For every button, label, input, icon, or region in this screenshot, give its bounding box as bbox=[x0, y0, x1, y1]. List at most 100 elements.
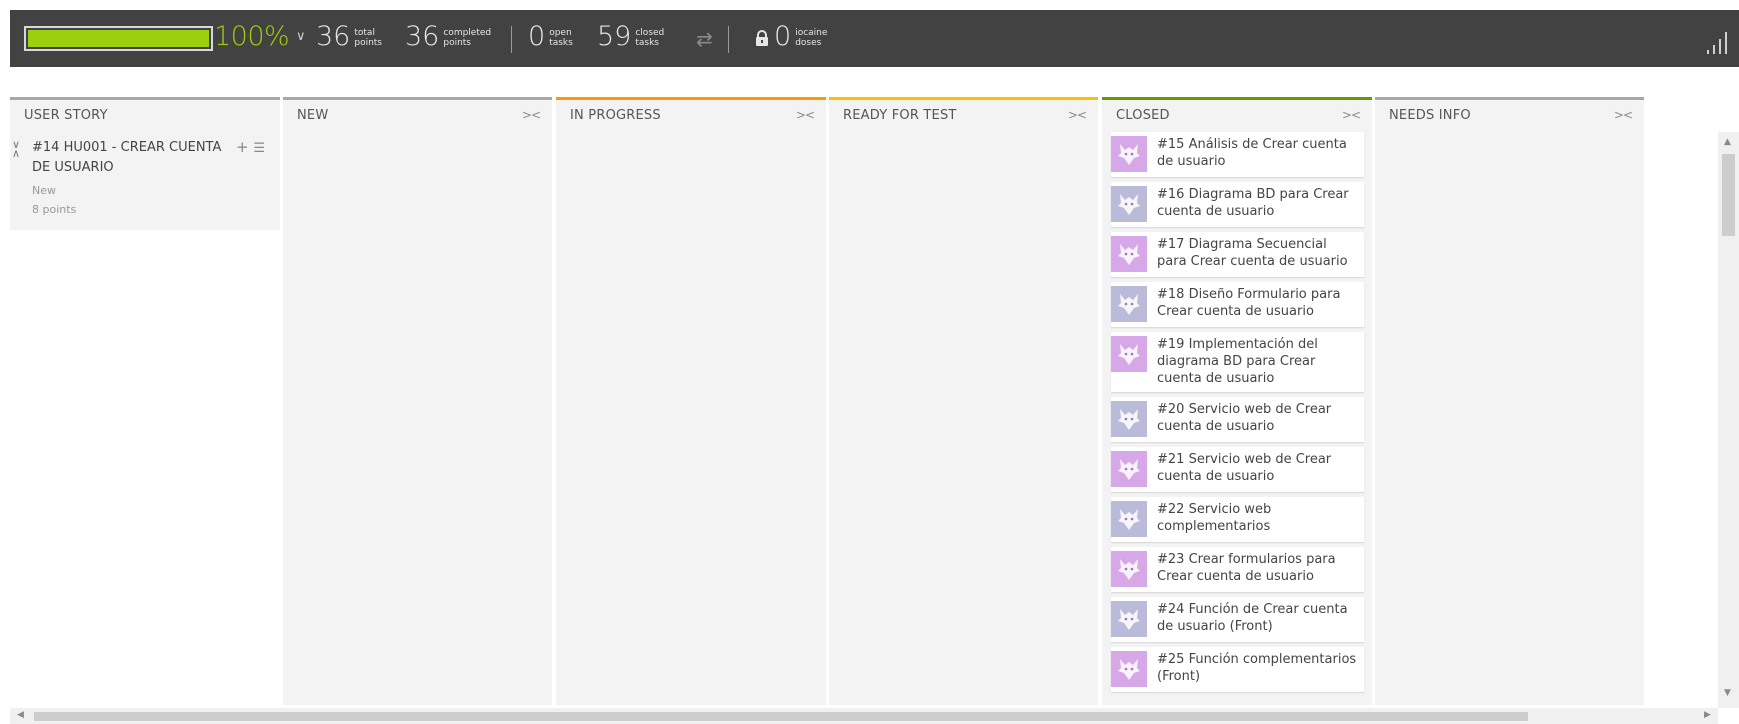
total-points-label: total points bbox=[354, 27, 383, 48]
wolf-avatar-icon bbox=[1118, 509, 1140, 530]
divider bbox=[728, 26, 729, 53]
task-title[interactable]: #20 Servicio web de Crear cuenta de usua… bbox=[1157, 401, 1358, 437]
progress-bar bbox=[24, 26, 213, 51]
avatar[interactable] bbox=[1111, 601, 1147, 637]
avatar[interactable] bbox=[1111, 551, 1147, 587]
fold-icon[interactable]: >< bbox=[1342, 108, 1361, 122]
task-title[interactable]: #23 Crear formularios para Crear cuenta … bbox=[1157, 551, 1358, 587]
completed-points-value: 36 bbox=[405, 21, 440, 52]
column-title: IN PROGRESS bbox=[570, 107, 661, 123]
avatar[interactable] bbox=[1111, 651, 1147, 687]
column-new: NEW >< bbox=[283, 97, 552, 705]
fold-icon[interactable]: >< bbox=[1614, 108, 1633, 122]
vertical-scrollbar[interactable]: ▲ ▼ bbox=[1718, 132, 1739, 708]
horizontal-scrollbar[interactable]: ◀ ▶ bbox=[10, 708, 1718, 724]
avatar[interactable] bbox=[1111, 451, 1147, 487]
user-story-title[interactable]: #14 HU001 - CREAR CUENTA DE USUARIO bbox=[32, 138, 224, 178]
progress-fill bbox=[28, 30, 209, 47]
divider bbox=[511, 26, 512, 53]
task-title[interactable]: #25 Función complementarios (Front) bbox=[1157, 651, 1358, 687]
scrollbar-thumb[interactable] bbox=[34, 712, 1528, 721]
task-title[interactable]: #19 Implementación del diagrama BD para … bbox=[1157, 336, 1358, 387]
collapse-icon[interactable]: ∨ ∧ bbox=[12, 139, 20, 159]
scroll-left-icon[interactable]: ◀ bbox=[17, 710, 24, 720]
task-card[interactable]: #16 Diagrama BD para Crear cuenta de usu… bbox=[1111, 182, 1364, 227]
wolf-avatar-icon bbox=[1118, 409, 1140, 430]
task-card[interactable]: #25 Función complementarios (Front) bbox=[1111, 647, 1364, 692]
task-card[interactable]: #24 Función de Crear cuenta de usuario (… bbox=[1111, 597, 1364, 642]
wolf-avatar-icon bbox=[1118, 609, 1140, 630]
task-card[interactable]: #23 Crear formularios para Crear cuenta … bbox=[1111, 547, 1364, 592]
column-header-new: NEW >< bbox=[283, 97, 552, 130]
wolf-avatar-icon bbox=[1118, 344, 1140, 365]
task-card[interactable]: #18 Diseño Formulario para Crear cuenta … bbox=[1111, 282, 1364, 327]
task-title[interactable]: #24 Función de Crear cuenta de usuario (… bbox=[1157, 601, 1358, 637]
task-card[interactable]: #19 Implementación del diagrama BD para … bbox=[1111, 332, 1364, 392]
closed-tasks-value: 59 bbox=[597, 21, 632, 52]
column-title: NEEDS INFO bbox=[1389, 107, 1471, 123]
plus-icon[interactable]: + bbox=[236, 138, 249, 156]
column-title: NEW bbox=[297, 107, 329, 123]
lock-icon bbox=[756, 30, 768, 46]
task-title[interactable]: #18 Diseño Formulario para Crear cuenta … bbox=[1157, 286, 1358, 322]
column-ready-for-test: READY FOR TEST >< bbox=[829, 97, 1098, 705]
completed-points-stat: 36 completed points bbox=[405, 21, 491, 52]
task-title[interactable]: #15 Análisis de Crear cuenta de usuario bbox=[1157, 136, 1358, 172]
task-card[interactable]: #22 Servicio web complementarios bbox=[1111, 497, 1364, 542]
task-title[interactable]: #16 Diagrama BD para Crear cuenta de usu… bbox=[1157, 186, 1358, 222]
summary-bar: 100% ∨ 36 total points 36 completed points… bbox=[10, 10, 1739, 67]
fold-icon[interactable]: >< bbox=[796, 108, 815, 122]
column-needs-info: NEEDS INFO >< bbox=[1375, 97, 1644, 705]
open-tasks-label: open tasks bbox=[549, 27, 573, 48]
column-user-story: USER STORY ∨ ∧ #14 HU001 - CREAR CUENTA D… bbox=[10, 97, 280, 705]
column-header-in-progress: IN PROGRESS >< bbox=[556, 97, 826, 130]
wolf-avatar-icon bbox=[1118, 659, 1140, 680]
task-card[interactable]: #15 Análisis de Crear cuenta de usuario bbox=[1111, 132, 1364, 177]
scroll-right-icon[interactable]: ▶ bbox=[1704, 710, 1711, 720]
column-closed: CLOSED >< #15 Análisis de Crear cuenta d… bbox=[1102, 97, 1372, 705]
avatar[interactable] bbox=[1111, 401, 1147, 437]
wolf-avatar-icon bbox=[1118, 559, 1140, 580]
task-card[interactable]: #20 Servicio web de Crear cuenta de usua… bbox=[1111, 397, 1364, 442]
iocaine-value: 0 bbox=[774, 21, 792, 52]
fold-icon[interactable]: >< bbox=[522, 108, 541, 122]
scroll-down-icon[interactable]: ▼ bbox=[1724, 688, 1731, 698]
wolf-avatar-icon bbox=[1118, 459, 1140, 480]
user-story-empty-area bbox=[10, 230, 280, 705]
avatar[interactable] bbox=[1111, 236, 1147, 272]
signal-bars-icon[interactable] bbox=[1707, 30, 1733, 54]
avatar[interactable] bbox=[1111, 501, 1147, 537]
total-points-stat: 36 total points bbox=[316, 21, 382, 52]
column-title: USER STORY bbox=[24, 107, 108, 123]
progress-percent: 100% bbox=[214, 21, 290, 52]
column-in-progress: IN PROGRESS >< bbox=[556, 97, 826, 705]
user-story-card[interactable]: ∨ ∧ #14 HU001 - CREAR CUENTA DE USUARIO +… bbox=[10, 130, 280, 230]
task-title[interactable]: #22 Servicio web complementarios bbox=[1157, 501, 1358, 537]
fold-icon[interactable]: >< bbox=[1068, 108, 1087, 122]
avatar[interactable] bbox=[1111, 286, 1147, 322]
task-list: #15 Análisis de Crear cuenta de usuario #… bbox=[1102, 130, 1372, 692]
user-story-points: 8 points bbox=[32, 203, 77, 216]
avatar[interactable] bbox=[1111, 336, 1147, 372]
avatar[interactable] bbox=[1111, 136, 1147, 172]
task-card[interactable]: #17 Diagrama Secuencial para Crear cuent… bbox=[1111, 232, 1364, 277]
column-title: CLOSED bbox=[1116, 107, 1170, 123]
column-header-ready-for-test: READY FOR TEST >< bbox=[829, 97, 1098, 130]
iocaine-label: iocaine doses bbox=[795, 27, 828, 48]
chevron-down-icon[interactable]: ∨ bbox=[296, 29, 306, 44]
story-actions: + ☰ bbox=[236, 138, 265, 156]
swap-arrows-icon[interactable]: ⇄ bbox=[696, 27, 713, 51]
list-icon[interactable]: ☰ bbox=[253, 141, 265, 156]
task-title[interactable]: #21 Servicio web de Crear cuenta de usua… bbox=[1157, 451, 1358, 487]
column-header-needs-info: NEEDS INFO >< bbox=[1375, 97, 1644, 130]
scroll-up-icon[interactable]: ▲ bbox=[1724, 137, 1731, 147]
iocaine-stat: 0 iocaine doses bbox=[774, 21, 827, 52]
avatar[interactable] bbox=[1111, 186, 1147, 222]
task-card[interactable]: #21 Servicio web de Crear cuenta de usua… bbox=[1111, 447, 1364, 492]
closed-tasks-stat: 59 closed tasks bbox=[597, 21, 664, 52]
task-title[interactable]: #17 Diagrama Secuencial para Crear cuent… bbox=[1157, 236, 1358, 272]
wolf-avatar-icon bbox=[1118, 144, 1140, 165]
column-header-user-story: USER STORY bbox=[10, 97, 280, 130]
scrollbar-thumb[interactable] bbox=[1722, 154, 1735, 236]
total-points-value: 36 bbox=[316, 21, 351, 52]
